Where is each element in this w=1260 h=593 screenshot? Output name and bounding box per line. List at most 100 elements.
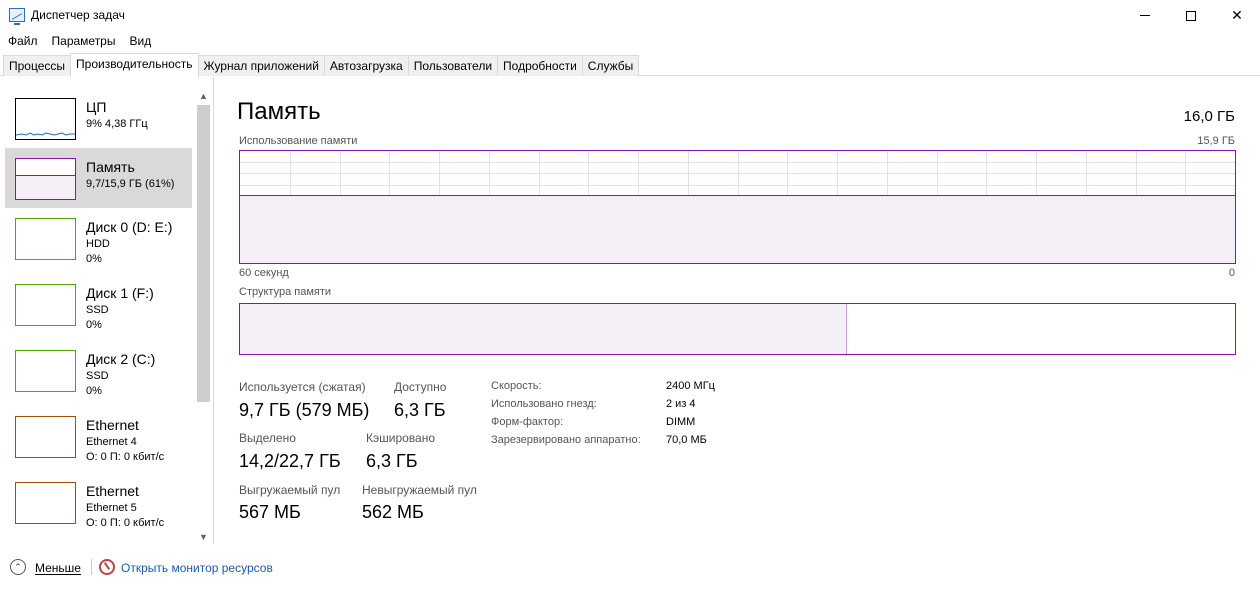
cpu-sparkline: [15, 132, 75, 136]
graph-axis-right: 0: [1228, 267, 1235, 279]
sidebar-item-type: SSD: [86, 370, 109, 382]
graph-axis-left: 60 секунд: [239, 267, 289, 279]
sidebar-item-value: 0%: [86, 319, 102, 331]
usage-graph-max: 15,9 ГБ: [1197, 135, 1235, 147]
resource-monitor-icon[interactable]: [99, 559, 115, 575]
sidebar-item-value: 0%: [86, 385, 102, 397]
reserved-value: 70,0 МБ: [666, 434, 707, 446]
sidebar-item-type: HDD: [86, 238, 110, 250]
nonpaged-pool-label: Невыгружаемый пул: [362, 483, 477, 497]
scroll-down-icon[interactable]: ▼: [196, 530, 211, 544]
minimize-icon: [1140, 15, 1150, 16]
speed-label: Скорость:: [491, 380, 542, 392]
sidebar-item-value: О: 0 П: 0 кбит/с: [86, 517, 165, 529]
tab-startup[interactable]: Автозагрузка: [323, 55, 409, 76]
disk-mini-graph: [15, 218, 76, 260]
sidebar-scrollbar[interactable]: ▲ ▼: [196, 91, 211, 544]
form-factor-value: DIMM: [666, 416, 696, 428]
tab-services[interactable]: Службы: [581, 55, 640, 76]
graph-gridline-horizontal: [240, 173, 1235, 174]
form-factor-label: Форм-фактор:: [491, 416, 564, 428]
page-title: Память: [237, 98, 321, 125]
nonpaged-pool-value: 562 МБ: [362, 502, 424, 522]
sidebar-item-type: SSD: [86, 304, 109, 316]
cpu-mini-graph: [15, 98, 76, 140]
sidebar-item-disk-2[interactable]: Диск 2 (C:) SSD 0%: [5, 340, 192, 400]
committed-label: Выделено: [239, 431, 296, 445]
sidebar-item-title: Ethernet: [86, 483, 139, 499]
menu-view[interactable]: Вид: [122, 31, 158, 51]
composition-in-use: [240, 304, 847, 354]
open-resource-monitor-link[interactable]: Открыть монитор ресурсов: [121, 561, 273, 575]
available-label: Доступно: [394, 380, 447, 394]
sidebar-item-memory[interactable]: Память 9,7/15,9 ГБ (61%): [5, 148, 192, 208]
committed-value: 14,2/22,7 ГБ: [239, 451, 341, 471]
disk-mini-graph: [15, 350, 76, 392]
graph-gridline-horizontal: [240, 162, 1235, 163]
tab-strip: Процессы Производительность Журнал прило…: [0, 53, 1260, 77]
fewer-details-button[interactable]: Меньше: [35, 561, 81, 575]
chevron-up-icon[interactable]: ⌃: [10, 559, 26, 575]
footer-divider: [91, 559, 92, 575]
tab-app-history[interactable]: Журнал приложений: [197, 55, 325, 76]
sidebar-item-title: Память: [86, 159, 135, 175]
menu-bar: Файл Параметры Вид: [0, 31, 158, 51]
sidebar-item-cpu[interactable]: ЦП 9% 4,38 ГГц: [5, 88, 192, 148]
sidebar-item-title: Диск 1 (F:): [86, 285, 154, 301]
memory-panel: Память 16,0 ГБ Использование памяти 15,9…: [215, 77, 1260, 544]
minimize-button[interactable]: [1122, 0, 1168, 31]
speed-value: 2400 МГц: [666, 380, 715, 392]
ethernet-mini-graph: [15, 482, 76, 524]
usage-graph-label: Использование памяти: [239, 135, 358, 147]
tab-details[interactable]: Подробности: [497, 55, 583, 76]
memory-mini-graph: [15, 158, 76, 200]
cached-label: Кэшировано: [366, 431, 436, 445]
window-title: Диспетчер задач: [31, 8, 125, 22]
sidebar-item-value: О: 0 П: 0 кбит/с: [86, 451, 165, 463]
sidebar-item-value: 9,7/15,9 ГБ (61%): [86, 178, 175, 190]
task-manager-icon: [9, 8, 25, 25]
slots-label: Использовано гнезд:: [491, 398, 597, 410]
ethernet-mini-graph: [15, 416, 76, 458]
menu-options[interactable]: Параметры: [45, 31, 123, 51]
close-icon: ✕: [1231, 7, 1243, 23]
slots-value: 2 из 4: [666, 398, 696, 410]
sidebar-item-ethernet-4[interactable]: Ethernet Ethernet 4 О: 0 П: 0 кбит/с: [5, 406, 192, 466]
scroll-thumb[interactable]: [197, 105, 210, 402]
paged-pool-label: Выгружаемый пул: [239, 483, 341, 497]
sidebar-item-title: Ethernet: [86, 417, 139, 433]
memory-usage-fill: [240, 195, 1235, 263]
maximize-icon: [1186, 10, 1196, 21]
sidebar-item-title: ЦП: [86, 99, 107, 115]
sidebar-item-title: Диск 0 (D: E:): [86, 219, 173, 235]
maximize-button[interactable]: [1168, 0, 1214, 31]
tab-users[interactable]: Пользователи: [407, 55, 499, 76]
reserved-label: Зарезервировано аппаратно:: [491, 434, 641, 446]
close-button[interactable]: ✕: [1214, 0, 1260, 31]
memory-mini-fill: [16, 174, 75, 199]
available-value: 6,3 ГБ: [394, 400, 446, 420]
sidebar-item-value: 9% 4,38 ГГц: [86, 118, 148, 130]
tab-processes[interactable]: Процессы: [3, 55, 72, 76]
sidebar-item-ethernet-5[interactable]: Ethernet Ethernet 5 О: 0 П: 0 кбит/с: [5, 472, 192, 532]
tab-performance[interactable]: Производительность: [70, 53, 199, 77]
scroll-up-icon[interactable]: ▲: [196, 89, 211, 103]
paged-pool-value: 567 МБ: [239, 502, 301, 522]
sidebar-item-adapter: Ethernet 5: [86, 502, 137, 514]
sidebar-item-title: Диск 2 (C:): [86, 351, 156, 367]
in-use-label: Используется (сжатая): [239, 380, 366, 394]
title-bar: Диспетчер задач ✕: [0, 0, 1260, 31]
sidebar-item-disk-0[interactable]: Диск 0 (D: E:) HDD 0%: [5, 208, 192, 268]
disk-mini-graph: [15, 284, 76, 326]
performance-sidebar: ЦП 9% 4,38 ГГц Память 9,7/15,9 ГБ (61%) …: [0, 77, 214, 544]
menu-file[interactable]: Файл: [0, 31, 45, 51]
sidebar-item-value: 0%: [86, 253, 102, 265]
sidebar-item-disk-1[interactable]: Диск 1 (F:) SSD 0%: [5, 274, 192, 334]
memory-usage-graph: [239, 150, 1236, 264]
in-use-value: 9,7 ГБ (579 МБ): [239, 400, 370, 420]
composition-label: Структура памяти: [239, 286, 332, 298]
memory-total: 16,0 ГБ: [1183, 108, 1235, 125]
cached-value: 6,3 ГБ: [366, 451, 418, 471]
graph-gridline-horizontal: [240, 185, 1235, 186]
sidebar-item-adapter: Ethernet 4: [86, 436, 137, 448]
